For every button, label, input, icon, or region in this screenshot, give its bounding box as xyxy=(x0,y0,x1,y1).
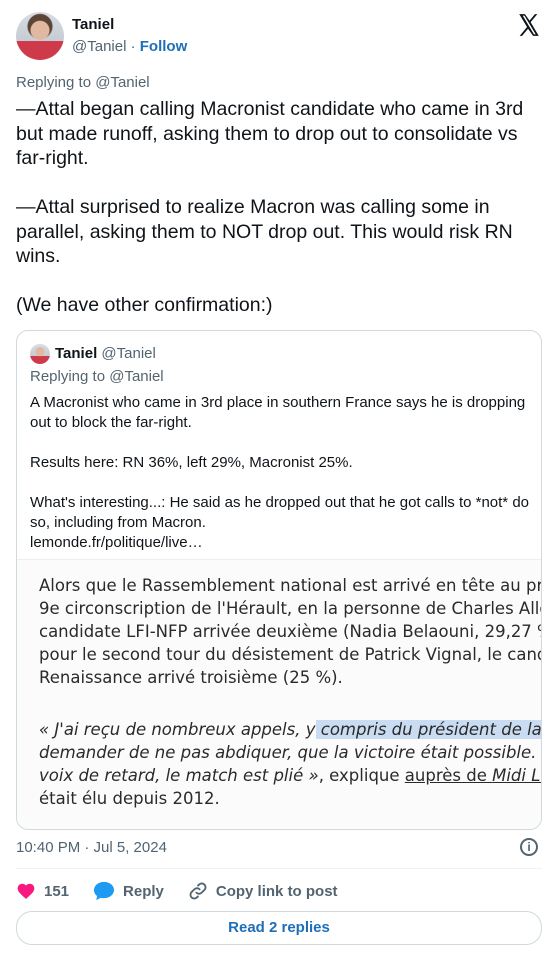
author-avatar[interactable] xyxy=(16,12,64,60)
article-quote-a: « J'ai reçu de nombreux appels, y xyxy=(39,720,316,739)
author-handle-row: @Taniel · Follow xyxy=(72,38,187,55)
x-logo-icon[interactable] xyxy=(516,12,542,38)
article-text-explique: , explique xyxy=(318,766,405,785)
quote-text: A Macronist who came in 3rd place in sou… xyxy=(30,394,529,531)
like-button[interactable]: 151 xyxy=(16,881,69,901)
reply-button[interactable]: Reply xyxy=(93,881,164,901)
article-quote-d: était élu depuis 2012. xyxy=(39,789,220,808)
read-replies-button[interactable]: Read 2 replies xyxy=(16,911,542,945)
article-link-text: auprès de xyxy=(404,766,493,785)
info-icon[interactable]: i xyxy=(520,838,538,856)
quote-replying-to: Replying to @Taniel xyxy=(30,368,164,385)
article-highlight: compris du président de la Répu xyxy=(315,720,541,739)
tweet-text: —Attal began calling Macronist candidate… xyxy=(16,98,524,316)
article-paragraph-2: « J'ai reçu de nombreux appels, y compri… xyxy=(39,718,542,810)
article-link-aupres: auprès de Midi Libre xyxy=(404,766,541,785)
reply-label: Reply xyxy=(123,882,164,900)
article-quote-b: demander de ne pas abdiquer, que la vict… xyxy=(39,743,542,762)
quote-avatar xyxy=(30,344,50,364)
replying-to: Replying to @Taniel xyxy=(16,74,150,91)
copy-link-button[interactable]: Copy link to post xyxy=(188,881,338,901)
quoted-tweet[interactable]: Taniel @Taniel Replying to @Taniel A Mac… xyxy=(16,330,542,830)
quote-author: Taniel @Taniel xyxy=(55,345,156,362)
separator-dot: · xyxy=(130,38,136,55)
heart-icon xyxy=(17,883,35,899)
copy-link-label: Copy link to post xyxy=(215,882,338,900)
author-name[interactable]: Taniel xyxy=(72,16,114,33)
follow-button[interactable]: Follow xyxy=(140,38,188,55)
article-screenshot: Alors que le Rassemblement national est … xyxy=(17,559,542,829)
timestamp[interactable]: 10:40 PM · Jul 5, 2024 xyxy=(16,839,167,856)
article-link-source: Midi Libre xyxy=(492,766,541,785)
reply-bubble-icon xyxy=(94,881,115,901)
author-handle[interactable]: @Taniel xyxy=(72,38,126,55)
link-icon xyxy=(189,882,207,900)
quote-link[interactable]: lemonde.fr/politique/live… xyxy=(30,534,203,551)
quote-author-name: Taniel xyxy=(55,345,98,362)
article-paragraph-1: Alors que le Rassemblement national est … xyxy=(39,576,541,687)
action-bar: 151 Reply Copy link to post xyxy=(16,880,362,902)
like-count: 151 xyxy=(44,882,70,900)
quote-author-handle: @Taniel xyxy=(101,345,156,362)
divider xyxy=(16,868,542,869)
article-quote-c: voix de retard, le match est plié » xyxy=(39,766,319,785)
